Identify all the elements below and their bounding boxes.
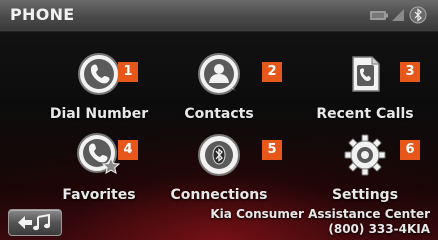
badge-5: 5 <box>262 140 282 160</box>
favorites-icon <box>76 132 122 178</box>
signal-icon <box>392 9 404 21</box>
contacts-button[interactable]: Contacts <box>146 44 292 134</box>
badge-3: 3 <box>400 62 420 82</box>
badge-4: 4 <box>118 140 138 160</box>
assistance-phone-number: (800) 333-4KIA <box>328 222 430 236</box>
header-bar: PHONE <box>0 0 438 32</box>
back-music-icon <box>18 214 50 231</box>
badge-6: 6 <box>400 140 420 160</box>
gear-icon <box>342 132 388 178</box>
settings-button[interactable]: Settings <box>292 125 438 215</box>
back-button[interactable] <box>8 209 62 236</box>
recent-calls-label: Recent Calls <box>316 106 414 122</box>
bluetooth-icon <box>409 6 427 24</box>
badge-2: 2 <box>262 62 282 82</box>
badge-1: 1 <box>118 62 138 82</box>
connections-label: Connections <box>170 187 268 203</box>
assistance-center-name: Kia Consumer Assistance Center <box>210 207 430 221</box>
settings-label: Settings <box>331 187 399 203</box>
recent-calls-icon <box>342 51 388 97</box>
page-title: PHONE <box>10 5 75 24</box>
contacts-icon <box>196 51 242 97</box>
contacts-label: Contacts <box>184 106 254 122</box>
phone-icon <box>76 51 122 97</box>
phone-screen: PHONE Dial Number 1 Contacts 2 Recent Ca… <box>0 0 438 240</box>
battery-icon <box>370 11 388 20</box>
assistance-info: Kia Consumer Assistance Center (800) 333… <box>210 207 430 237</box>
connections-button[interactable]: Connections <box>146 125 292 215</box>
bluetooth-connections-icon <box>196 132 242 178</box>
status-icons <box>370 6 430 24</box>
recent-calls-button[interactable]: Recent Calls <box>292 44 438 134</box>
